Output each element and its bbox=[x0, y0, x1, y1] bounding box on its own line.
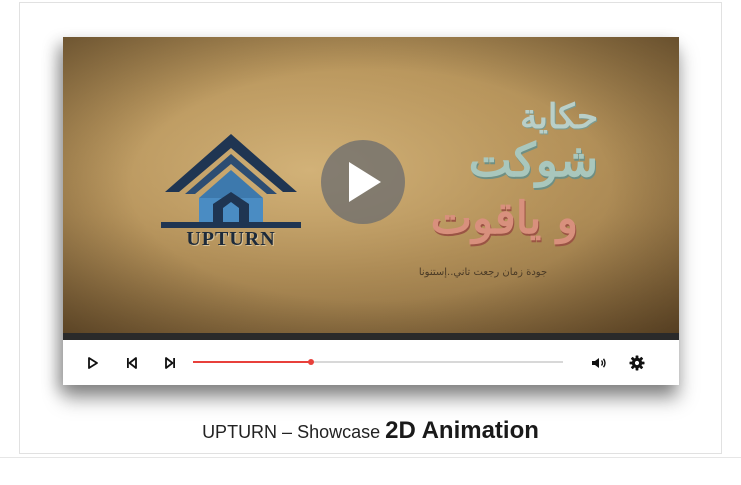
play-icon bbox=[349, 162, 381, 202]
volume-button[interactable] bbox=[587, 340, 611, 385]
house-logo-icon bbox=[161, 134, 301, 228]
play-button[interactable] bbox=[81, 340, 105, 385]
caption-text: UPTURN – Showcase bbox=[202, 422, 386, 442]
logo-text: UPTURN bbox=[186, 228, 276, 250]
title-line-1: حكاية bbox=[520, 97, 598, 137]
video-frame[interactable]: UPTURN حكاية شوكت و ياقوت جودة زمان رجعت… bbox=[63, 37, 679, 333]
title-line-3: و ياقوت bbox=[430, 193, 578, 244]
play-icon bbox=[88, 356, 98, 369]
big-play-button[interactable] bbox=[321, 140, 405, 224]
title-line-2: شوكت bbox=[468, 133, 598, 187]
seek-bar[interactable] bbox=[193, 359, 563, 365]
next-button[interactable] bbox=[158, 340, 182, 385]
video-caption: UPTURN – Showcase 2D Animation bbox=[0, 417, 741, 445]
video-player: UPTURN حكاية شوكت و ياقوت جودة زمان رجعت… bbox=[63, 37, 679, 385]
divider bbox=[0, 457, 741, 458]
caption-emphasis: 2D Animation bbox=[385, 417, 539, 444]
previous-button[interactable] bbox=[120, 340, 144, 385]
volume-icon bbox=[592, 357, 606, 368]
settings-button[interactable] bbox=[625, 340, 649, 385]
skip-next-icon bbox=[165, 356, 175, 369]
video-subtitle: جودة زمان رجعت تاني..إستنونا bbox=[418, 267, 548, 278]
control-bar bbox=[63, 340, 679, 385]
video-bottom-bar bbox=[63, 333, 679, 340]
gear-icon bbox=[629, 355, 645, 370]
seek-progress bbox=[193, 361, 312, 363]
upturn-logo: UPTURN bbox=[151, 132, 311, 262]
skip-previous-icon bbox=[127, 356, 137, 369]
seek-handle[interactable] bbox=[308, 359, 315, 365]
